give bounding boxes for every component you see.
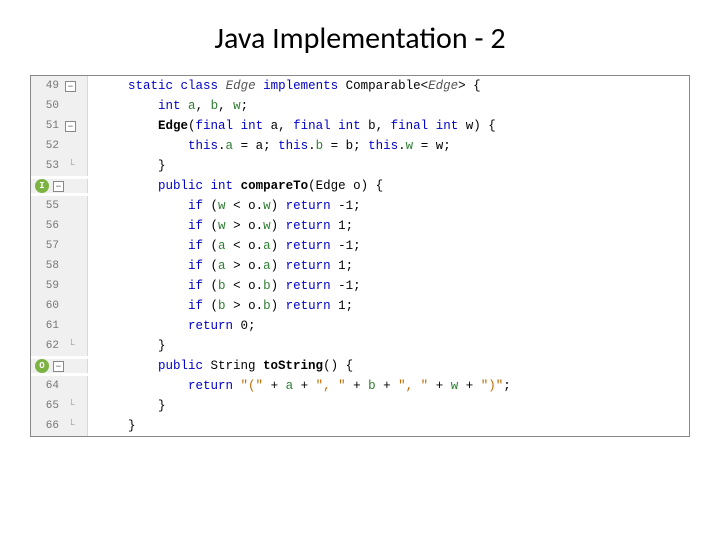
code-content[interactable]: } — [88, 336, 166, 356]
code-content[interactable]: if (b > o.b) return 1; — [88, 296, 353, 316]
gutter: I− — [31, 179, 88, 193]
fold-end-icon: └ — [68, 396, 75, 416]
override-badge-icon[interactable]: O — [35, 359, 49, 373]
gutter: 52 — [31, 136, 88, 156]
code-content[interactable]: this.a = a; this.b = b; this.w = w; — [88, 136, 451, 156]
gutter: 53 └ — [31, 156, 88, 176]
line-number: 55 — [31, 196, 61, 216]
gutter: 51− — [31, 116, 88, 136]
code-line: 49− static class Edge implements Compara… — [31, 76, 689, 96]
code-line: 60 if (b > o.b) return 1; — [31, 296, 689, 316]
code-line: I− public int compareTo(Edge o) { — [31, 176, 689, 196]
slide-title: Java Implementation - 2 — [30, 20, 690, 57]
line-number: 58 — [31, 256, 61, 276]
fold-toggle-icon[interactable]: − — [65, 81, 76, 92]
gutter: 60 — [31, 296, 88, 316]
line-number: 52 — [31, 136, 61, 156]
line-number: 49 — [31, 76, 61, 96]
code-line: 56 if (w > o.w) return 1; — [31, 216, 689, 236]
gutter: 58 — [31, 256, 88, 276]
line-number: 62 — [31, 336, 61, 356]
gutter: 57 — [31, 236, 88, 256]
line-number: 60 — [31, 296, 61, 316]
code-content[interactable]: Edge(final int a, final int b, final int… — [88, 116, 496, 136]
code-content[interactable]: if (w > o.w) return 1; — [88, 216, 353, 236]
code-editor: 49− static class Edge implements Compara… — [30, 75, 690, 437]
gutter: 55 — [31, 196, 88, 216]
override-badge-icon[interactable]: I — [35, 179, 49, 193]
code-line: 52 this.a = a; this.b = b; this.w = w; — [31, 136, 689, 156]
line-number: 59 — [31, 276, 61, 296]
gutter: 50 — [31, 96, 88, 116]
code-content[interactable]: if (a > o.a) return 1; — [88, 256, 353, 276]
line-number: 61 — [31, 316, 61, 336]
code-line: 64 return "(" + a + ", " + b + ", " + w … — [31, 376, 689, 396]
fold-end-icon: └ — [68, 156, 75, 176]
code-line: O− public String toString() { — [31, 356, 689, 376]
code-line: 59 if (b < o.b) return -1; — [31, 276, 689, 296]
line-number: 66 — [31, 416, 61, 436]
code-line: 66 └ } — [31, 416, 689, 436]
code-content[interactable]: public String toString() { — [88, 356, 353, 376]
code-line: 50 int a, b, w; — [31, 96, 689, 116]
gutter: 49− — [31, 76, 88, 96]
line-number: 53 — [31, 156, 61, 176]
gutter: O− — [31, 359, 88, 373]
fold-toggle-icon[interactable]: − — [53, 361, 64, 372]
code-line: 61 return 0; — [31, 316, 689, 336]
code-line: 62 └ } — [31, 336, 689, 356]
code-line: 58 if (a > o.a) return 1; — [31, 256, 689, 276]
gutter: 61 — [31, 316, 88, 336]
code-line: 51− Edge(final int a, final int b, final… — [31, 116, 689, 136]
line-number: 64 — [31, 376, 61, 396]
line-number: 51 — [31, 116, 61, 136]
code-content[interactable]: return 0; — [88, 316, 256, 336]
code-line: 53 └ } — [31, 156, 689, 176]
gutter: 56 — [31, 216, 88, 236]
line-number: 65 — [31, 396, 61, 416]
gutter: 65 └ — [31, 396, 88, 416]
code-line: 65 └ } — [31, 396, 689, 416]
code-content[interactable]: } — [88, 396, 166, 416]
line-number: 50 — [31, 96, 61, 116]
code-content[interactable]: } — [88, 156, 166, 176]
code-content[interactable]: if (w < o.w) return -1; — [88, 196, 361, 216]
code-line: 57 if (a < o.a) return -1; — [31, 236, 689, 256]
code-content[interactable]: if (b < o.b) return -1; — [88, 276, 361, 296]
fold-toggle-icon[interactable]: − — [65, 121, 76, 132]
code-content[interactable]: if (a < o.a) return -1; — [88, 236, 361, 256]
code-content[interactable]: } — [88, 416, 136, 436]
code-content[interactable]: static class Edge implements Comparable<… — [88, 76, 481, 96]
gutter: 64 — [31, 376, 88, 396]
code-content[interactable]: int a, b, w; — [88, 96, 248, 116]
gutter: 66 └ — [31, 416, 88, 436]
line-number: 57 — [31, 236, 61, 256]
code-content[interactable]: return "(" + a + ", " + b + ", " + w + "… — [88, 376, 511, 396]
fold-end-icon: └ — [68, 336, 75, 356]
fold-end-icon: └ — [68, 416, 75, 436]
code-line: 55 if (w < o.w) return -1; — [31, 196, 689, 216]
line-number: 56 — [31, 216, 61, 236]
gutter: 62 └ — [31, 336, 88, 356]
fold-toggle-icon[interactable]: − — [53, 181, 64, 192]
gutter: 59 — [31, 276, 88, 296]
code-content[interactable]: public int compareTo(Edge o) { — [88, 176, 383, 196]
